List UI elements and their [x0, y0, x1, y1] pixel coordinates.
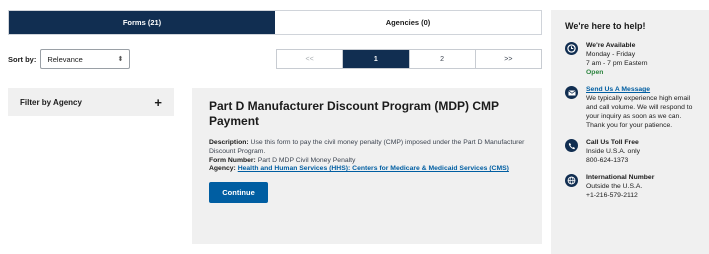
- plus-icon: +: [154, 94, 162, 110]
- help-availability: We're Available Monday - Friday 7 am - 7…: [565, 41, 701, 77]
- help-title: We're here to help!: [565, 21, 646, 31]
- available-heading: We're Available: [586, 42, 636, 49]
- help-panel: We're here to help! We're Available Mond…: [551, 10, 709, 254]
- sort-select[interactable]: Relevance ⬍: [40, 49, 131, 69]
- tollfree-number[interactable]: 800-624-1373: [586, 156, 640, 165]
- description-text: Use this form to pay the civil money pen…: [209, 139, 525, 155]
- tab-forms[interactable]: Forms (21): [9, 11, 275, 34]
- tab-agencies[interactable]: Agencies (0): [275, 11, 541, 34]
- result-tabs: Forms (21) Agencies (0): [8, 10, 542, 35]
- page-first-button[interactable]: <<: [277, 50, 344, 68]
- tollfree-heading: Call Us Toll Free: [586, 139, 639, 146]
- description-label: Description:: [209, 139, 249, 146]
- international-number[interactable]: +1-216-579-2112: [586, 191, 654, 200]
- help-message: Send Us A Message We typically experienc…: [565, 85, 701, 130]
- result-card: Part D Manufacturer Discount Program (MD…: [192, 88, 542, 244]
- international-scope: Outside the U.S.A.: [586, 183, 643, 190]
- globe-icon: [565, 174, 578, 187]
- international-heading: International Number: [586, 174, 655, 181]
- help-tollfree: Call Us Toll Free Inside U.S.A. only 800…: [565, 138, 701, 165]
- page-1-button[interactable]: 1: [343, 50, 410, 68]
- filter-label: Filter by Agency: [20, 97, 82, 107]
- form-number-label: Form Number:: [209, 156, 256, 164]
- pagination: << 1 2 >>: [276, 49, 542, 69]
- available-hours: 7 am - 7 pm Eastern: [586, 60, 648, 67]
- updown-caret-icon: ⬍: [117, 55, 124, 63]
- open-status: Open: [586, 69, 604, 76]
- result-agency: Agency: Health and Human Services (HHS):…: [209, 165, 525, 174]
- page-2-button[interactable]: 2: [409, 50, 476, 68]
- help-international: International Number Outside the U.S.A. …: [565, 173, 701, 200]
- continue-button[interactable]: Continue: [209, 182, 268, 204]
- available-days: Monday - Friday: [586, 51, 636, 58]
- form-number-value: Part D MDP Civil Money Penalty: [257, 156, 356, 164]
- envelope-icon: [565, 86, 578, 99]
- filter-by-agency-toggle[interactable]: Filter by Agency +: [8, 88, 174, 116]
- page-last-button[interactable]: >>: [475, 50, 541, 68]
- phone-icon: [565, 139, 578, 152]
- agency-link[interactable]: Health and Human Services (HHS): Centers…: [238, 165, 509, 172]
- clock-icon: [565, 42, 578, 55]
- sort-control: Sort by: Relevance ⬍: [8, 49, 131, 69]
- result-description: Description: Use this form to pay the ci…: [209, 139, 525, 157]
- message-text: We typically experience high email and c…: [586, 95, 693, 129]
- result-form-number: Form Number: Part D MDP Civil Money Pena…: [209, 157, 525, 166]
- agency-label: Agency:: [209, 165, 236, 173]
- sort-label: Sort by:: [8, 54, 37, 64]
- send-message-link[interactable]: Send Us A Message: [586, 85, 701, 94]
- result-title: Part D Manufacturer Discount Program (MD…: [209, 99, 499, 128]
- tollfree-scope: Inside U.S.A. only: [586, 148, 641, 155]
- sort-select-value: Relevance: [47, 54, 83, 64]
